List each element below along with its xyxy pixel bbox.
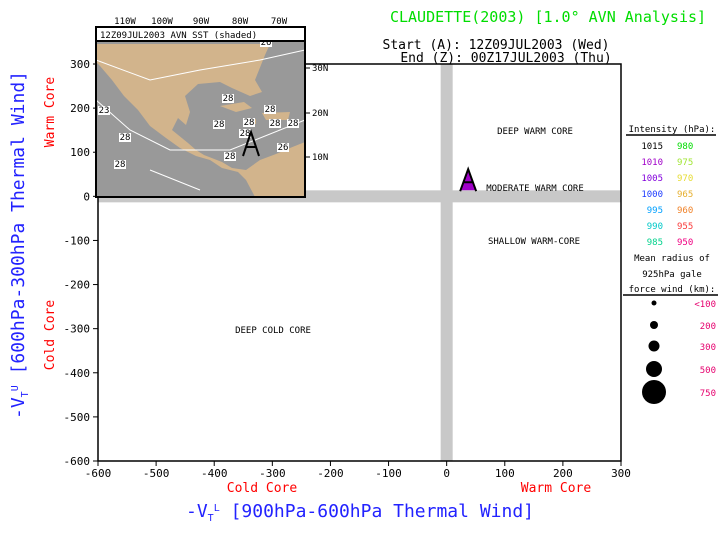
- x-tick-label: -300: [259, 467, 286, 480]
- intensity-value: 955: [677, 222, 693, 232]
- y-cold-core-label: Cold Core: [43, 300, 58, 371]
- intensity-value: 950: [677, 238, 693, 248]
- x-tick-label: -600: [85, 467, 112, 480]
- radius-legend-title: Mean radius of: [634, 254, 710, 264]
- x-cold-core-label: Cold Core: [227, 481, 298, 496]
- y-tick-label: 0: [83, 190, 90, 203]
- intensity-value: 970: [677, 174, 693, 184]
- radius-legend-title: force wind (km):: [629, 285, 716, 295]
- legend: Intensity (hPa): 1015 980 1010 975 1005 970 100…: [623, 125, 718, 404]
- lat-tick-label: 30N: [312, 64, 328, 74]
- intensity-value: 965: [677, 190, 693, 200]
- radius-size-marker: [651, 300, 657, 306]
- y-axis-title: -VTU [600hPa-300hPa Thermal Wind]: [8, 71, 31, 419]
- y-tick-label: 100: [70, 146, 90, 159]
- lon-tick-label: 90W: [193, 17, 210, 27]
- lon-tick-label: 100W: [151, 17, 173, 27]
- contour-label: 28: [120, 133, 131, 143]
- x-tick-label: 300: [611, 467, 631, 480]
- x-tick-label: 200: [553, 467, 573, 480]
- y-tick-label: -100: [64, 234, 91, 247]
- quadrant-label: SHALLOW WARM-CORE: [488, 237, 580, 247]
- lat-tick-label: 10N: [312, 153, 328, 163]
- contour-label: 28: [244, 118, 255, 128]
- intensity-legend-title: Intensity (hPa):: [629, 125, 716, 135]
- x-tick-label: -200: [317, 467, 344, 480]
- radius-value: <100: [694, 300, 716, 310]
- quadrant-label: DEEP WARM CORE: [497, 127, 573, 137]
- y-tick-label: -600: [64, 455, 91, 468]
- intensity-value: 960: [677, 206, 693, 216]
- radius-legend-title: 925hPa gale: [642, 270, 702, 280]
- y-tick-label: 200: [70, 102, 90, 115]
- contour-label: 28: [214, 120, 225, 130]
- contour-label: 28: [270, 119, 281, 129]
- contour-label: 28: [265, 105, 276, 115]
- radius-size-marker: [646, 361, 662, 377]
- x-tick-label: 0: [443, 467, 450, 480]
- contour-label: 23: [99, 106, 110, 116]
- radius-value: 200: [700, 322, 716, 332]
- y-tick-label: -300: [64, 323, 91, 336]
- y-tick-label: 300: [70, 58, 90, 71]
- intensity-value: 985: [647, 238, 663, 248]
- intensity-value: 1010: [641, 158, 663, 168]
- contour-label: 28: [115, 160, 126, 170]
- contour-label: 28: [225, 152, 236, 162]
- y-warm-core-label: Warm Core: [43, 77, 58, 148]
- intensity-value: 995: [647, 206, 663, 216]
- radius-size-marker: [648, 340, 660, 352]
- sst-inset-map: 2328282828 2828282828282626 12Z09JUL2003 …: [95, 17, 328, 198]
- y-tick-label: -200: [64, 279, 91, 292]
- contour-label: 28: [288, 119, 299, 129]
- y-tick-label: -400: [64, 367, 91, 380]
- chart-svg: CLAUDETTE(2003) [1.0° AVN Analysis] Star…: [8, 8, 718, 524]
- zero-band-vertical: [440, 64, 453, 461]
- radius-size-marker: [642, 380, 666, 404]
- quadrant-label: MODERATE WARM CORE: [486, 184, 584, 194]
- contour-label: 28: [223, 94, 234, 104]
- inset-title: 12Z09JUL2003 AVN SST (shaded): [100, 31, 257, 41]
- x-tick-label: 100: [495, 467, 515, 480]
- intensity-value: 1000: [641, 190, 663, 200]
- lon-tick-label: 80W: [232, 17, 249, 27]
- x-tick-label: -100: [375, 467, 402, 480]
- intensity-value: 990: [647, 222, 663, 232]
- intensity-value: 975: [677, 158, 693, 168]
- chart-title: CLAUDETTE(2003) [1.0° AVN Analysis]: [390, 8, 706, 26]
- quadrant-label: DEEP COLD CORE: [235, 326, 311, 336]
- lon-tick-label: 70W: [271, 17, 288, 27]
- radius-size-marker: [650, 321, 658, 329]
- x-tick-label: -400: [201, 467, 228, 480]
- radius-value: 750: [700, 389, 716, 399]
- intensity-value: 980: [677, 142, 693, 152]
- x-axis-title: -VTL [900hPa-600hPa Thermal Wind]: [186, 501, 534, 524]
- x-warm-core-label: Warm Core: [521, 481, 592, 496]
- intensity-value: 1015: [641, 142, 663, 152]
- lat-tick-label: 20N: [312, 109, 328, 119]
- intensity-value: 1005: [641, 174, 663, 184]
- y-tick-label: -500: [64, 411, 91, 424]
- lon-tick-label: 110W: [114, 17, 136, 27]
- cyclone-phase-diagram: CLAUDETTE(2003) [1.0° AVN Analysis] Star…: [0, 0, 720, 540]
- x-tick-label: -500: [143, 467, 170, 480]
- contour-label: 26: [278, 143, 289, 153]
- radius-value: 300: [700, 343, 716, 353]
- radius-value: 500: [700, 366, 716, 376]
